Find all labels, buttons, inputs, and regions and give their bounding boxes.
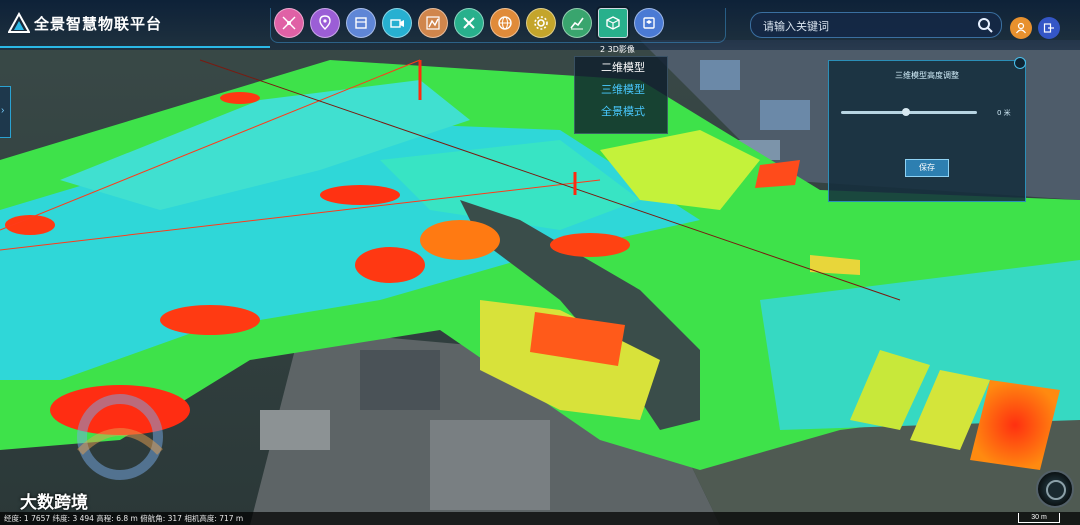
- watermark-text: 大数跨境: [20, 493, 88, 513]
- platform-logo: [8, 12, 30, 33]
- layers-icon: [355, 17, 367, 29]
- status-bar: 经度: 1 7657 纬度: 3 494 高程: 6.8 m 俯航角: 317 …: [0, 512, 1080, 525]
- top-bar: 全景智慧物联平台: [0, 0, 1080, 50]
- nodes-icon: [282, 16, 296, 30]
- box-3d-icon: [643, 17, 655, 29]
- toolbar-button-gear[interactable]: [526, 8, 556, 38]
- toolbar-button-route[interactable]: [418, 8, 448, 38]
- toolbar-button-box-3d[interactable]: [634, 8, 664, 38]
- cube-icon: [606, 16, 620, 30]
- menu-item-2d-model[interactable]: 二维模型: [575, 57, 667, 79]
- app-title: 全景智慧物联平台: [34, 15, 163, 33]
- slider-thumb[interactable]: [902, 108, 911, 116]
- search-icon[interactable]: [977, 17, 993, 33]
- logout-button[interactable]: [1038, 17, 1060, 39]
- map-pin-icon: [319, 15, 331, 30]
- gear-icon: [534, 16, 548, 30]
- toolbar-button-cube[interactable]: [598, 8, 628, 38]
- toolbar-button-video[interactable]: [382, 8, 412, 38]
- coordinates-readout: 经度: 1 7657 纬度: 3 494 高程: 6.8 m 俯航角: 317 …: [4, 514, 244, 523]
- title-area: 全景智慧物联平台: [0, 0, 270, 48]
- toolbar-button-chart[interactable]: [562, 8, 592, 38]
- logout-icon: [1043, 23, 1054, 33]
- toolbar: [274, 8, 664, 40]
- toolbar-button-layers[interactable]: [346, 8, 376, 38]
- search-box: [750, 12, 1002, 38]
- scale-bar: 30 m: [1018, 513, 1060, 523]
- route-icon: [426, 16, 440, 30]
- globe-icon: [498, 16, 512, 30]
- search-input[interactable]: [761, 17, 975, 35]
- chevron-right-icon: ›: [1, 105, 5, 116]
- view-mode-menu: 二维模型 三维模型 全景模式: [574, 56, 668, 134]
- user-button[interactable]: [1010, 17, 1032, 39]
- left-panel-toggle[interactable]: ›: [0, 86, 11, 138]
- chart-icon: [570, 17, 584, 30]
- toolbar-button-map-pin[interactable]: [310, 8, 340, 38]
- menu-item-panorama[interactable]: 全景模式: [575, 101, 667, 123]
- video-icon: [390, 19, 404, 28]
- toolbar-button-tools[interactable]: [454, 8, 484, 38]
- toolbar-button-globe[interactable]: [490, 8, 520, 38]
- save-button[interactable]: 保存: [905, 159, 949, 177]
- compass-icon: [1046, 480, 1066, 500]
- compass-widget[interactable]: [1036, 470, 1074, 508]
- tools-icon: [463, 17, 475, 29]
- toolbar-button-nodes[interactable]: [274, 8, 304, 38]
- tool-tooltip: 2 3D影像: [600, 45, 635, 54]
- close-icon[interactable]: [1014, 57, 1026, 69]
- model-height-panel: 三维模型高度调整 0 米 保存: [828, 57, 1026, 202]
- height-slider[interactable]: [841, 108, 977, 116]
- height-value: 0 米: [997, 109, 1011, 117]
- menu-item-3d-model[interactable]: 三维模型: [575, 79, 667, 101]
- watermark-logo: [77, 394, 163, 480]
- panel-title: 三维模型高度调整: [895, 71, 959, 80]
- user-icon: [1016, 22, 1026, 34]
